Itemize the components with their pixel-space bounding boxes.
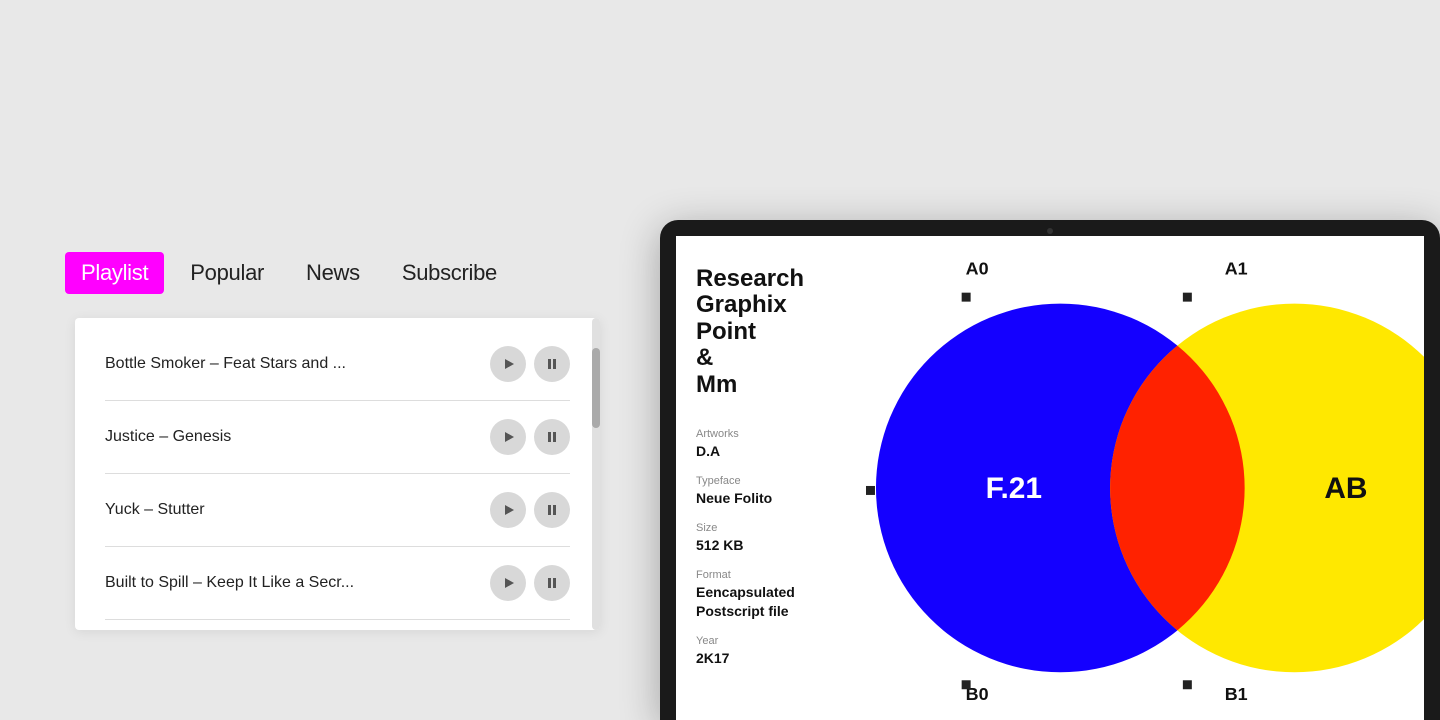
- play-button[interactable]: [490, 492, 526, 528]
- play-button[interactable]: [490, 346, 526, 382]
- size-value: 512 KB: [696, 537, 743, 553]
- venn-diagram: A0 A1 B0 B1 ×: [866, 236, 1424, 720]
- play-icon: [503, 431, 515, 443]
- track-title: Yuck – Stutter: [105, 501, 490, 519]
- tab-subscribe[interactable]: Subscribe: [386, 252, 513, 294]
- track-title: Justice – Genesis: [105, 428, 490, 446]
- tablet-screen: Research Graphix Point & Mm Artworks D.A…: [676, 236, 1424, 720]
- track-title: Built to Spill – Keep It Like a Secr...: [105, 574, 490, 592]
- track-controls: [490, 419, 570, 455]
- size-label: Size: [696, 522, 846, 534]
- left-panel: Playlist Popular News Subscribe Bottle S…: [0, 0, 660, 720]
- grid-dot-a0: [962, 293, 971, 302]
- tab-playlist[interactable]: Playlist: [65, 252, 164, 294]
- pause-button[interactable]: [534, 565, 570, 601]
- typeface-value: Neue Folito: [696, 490, 772, 506]
- pause-icon: [546, 504, 558, 516]
- list-item: Built to Spill – Keep It Like a Secr...: [75, 547, 600, 620]
- track-controls: [490, 346, 570, 382]
- artworks-value: D.A: [696, 443, 720, 459]
- pause-icon: [546, 431, 558, 443]
- format-label: Format: [696, 569, 846, 581]
- font-name: Research Graphix Point & Mm: [696, 266, 846, 398]
- format-row: Format EencapsulatedPostscript file: [696, 569, 846, 621]
- artworks-label: Artworks: [696, 428, 846, 440]
- track-controls: [490, 492, 570, 528]
- playlist-card: Bottle Smoker – Feat Stars and ... Justi…: [75, 318, 600, 630]
- grid-label-b1: B1: [1225, 684, 1248, 704]
- grid-label-a0: A0: [966, 259, 989, 279]
- pause-button[interactable]: [534, 419, 570, 455]
- size-row: Size 512 KB: [696, 522, 846, 555]
- play-icon: [503, 358, 515, 370]
- tab-popular[interactable]: Popular: [174, 252, 280, 294]
- info-panel: Research Graphix Point & Mm Artworks D.A…: [676, 236, 866, 720]
- pause-icon: [546, 358, 558, 370]
- right-panel: Research Graphix Point & Mm Artworks D.A…: [660, 0, 1440, 720]
- year-row: Year 2K17: [696, 635, 846, 668]
- list-item: Bottle Smoker – Feat Stars and ...: [75, 328, 600, 401]
- pause-button[interactable]: [534, 346, 570, 382]
- pause-button[interactable]: [534, 492, 570, 528]
- list-item: Justice – Genesis: [75, 401, 600, 474]
- grid-dot-a1: [1183, 293, 1192, 302]
- diagram-area: A0 A1 B0 B1 ×: [866, 236, 1424, 720]
- camera-dot: [1047, 228, 1053, 234]
- tab-news[interactable]: News: [290, 252, 376, 294]
- grid-label-a1: A1: [1225, 259, 1248, 279]
- scroll-track: [592, 318, 600, 630]
- tablet-content: Research Graphix Point & Mm Artworks D.A…: [676, 236, 1424, 720]
- pause-icon: [546, 577, 558, 589]
- grid-dot-b1: [1183, 680, 1192, 689]
- play-button[interactable]: [490, 419, 526, 455]
- tablet-frame: Research Graphix Point & Mm Artworks D.A…: [660, 220, 1440, 720]
- list-item: Yuck – Stutter: [75, 474, 600, 547]
- track-controls: [490, 565, 570, 601]
- nav-tabs: Playlist Popular News Subscribe: [65, 252, 513, 294]
- track-title: Bottle Smoker – Feat Stars and ...: [105, 355, 490, 373]
- typeface-label: Typeface: [696, 475, 846, 487]
- play-button[interactable]: [490, 565, 526, 601]
- ab-label: AB: [1324, 472, 1367, 505]
- play-icon: [503, 577, 515, 589]
- grid-dot-b0: [962, 680, 971, 689]
- typeface-row: Typeface Neue Folito: [696, 475, 846, 508]
- artworks-row: Artworks D.A: [696, 428, 846, 461]
- year-value: 2K17: [696, 650, 729, 666]
- play-icon: [503, 504, 515, 516]
- scroll-thumb[interactable]: [592, 348, 600, 428]
- center-label: F.21: [986, 472, 1042, 505]
- year-label: Year: [696, 635, 846, 647]
- format-value: EencapsulatedPostscript file: [696, 584, 795, 619]
- grid-dot-left: [866, 486, 875, 495]
